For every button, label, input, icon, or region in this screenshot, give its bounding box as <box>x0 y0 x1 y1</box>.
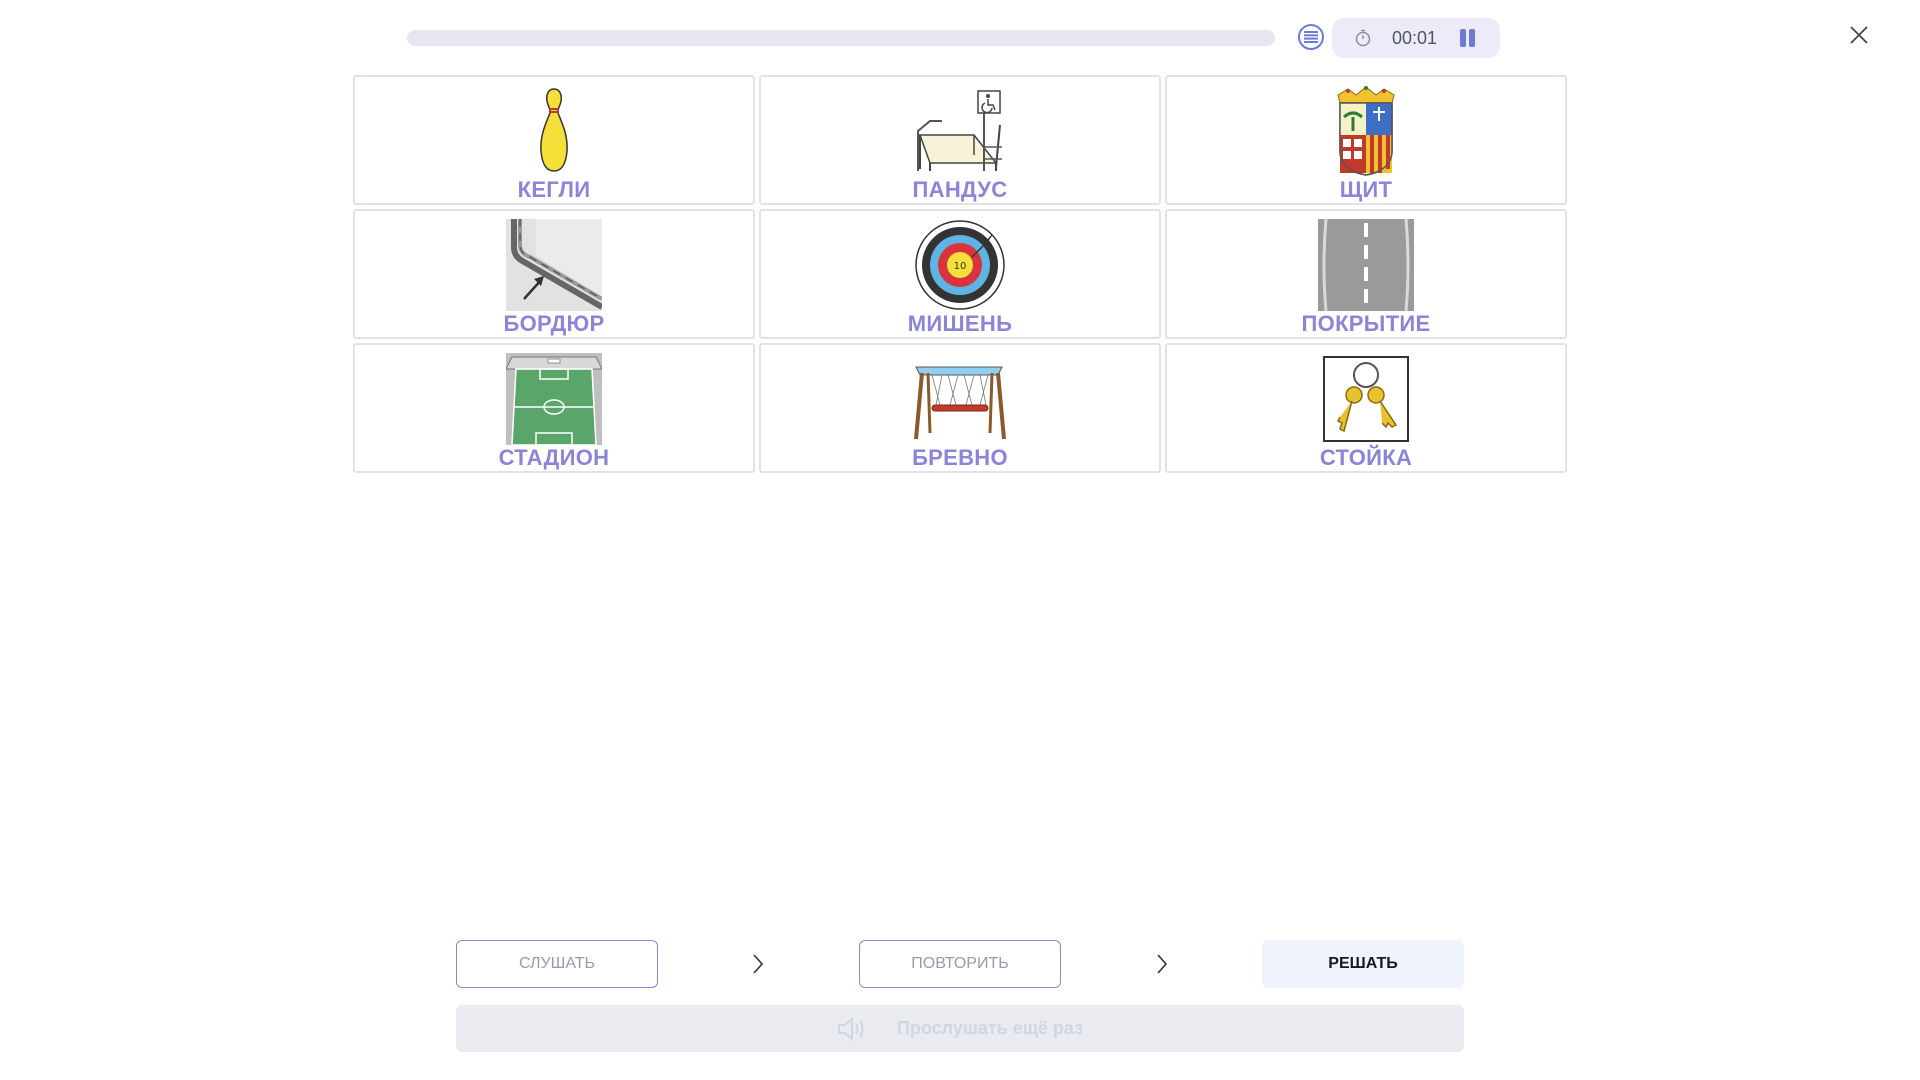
stadium-icon <box>506 353 602 445</box>
close-icon[interactable] <box>1848 24 1870 46</box>
card-pokrytie[interactable]: ПОКРЫТИЕ <box>1165 209 1567 339</box>
timer-value: 00:01 <box>1392 28 1438 48</box>
repeat-button[interactable]: ПОВТОРИТЬ <box>859 940 1061 988</box>
keys-icon <box>1323 356 1409 442</box>
card-label: БОРДЮР <box>503 311 605 336</box>
road-surface-icon <box>1318 219 1414 311</box>
card-label: СТОЙКА <box>1319 445 1413 470</box>
pause-icon[interactable] <box>1458 29 1478 47</box>
log-swing-icon <box>914 366 1006 440</box>
chevron-right-icon <box>1157 954 1168 974</box>
card-label: ПАНДУС <box>912 177 1008 202</box>
exercise-screen: 00:01 КЕГЛИ ПАНДУС ЩИТ БОРДЮР 10 МИШЕНЬ … <box>0 0 1920 1080</box>
archery-target-icon: 10 <box>915 220 1005 310</box>
solve-button[interactable]: РЕШАТЬ <box>1262 940 1464 988</box>
card-shchit[interactable]: ЩИТ <box>1165 75 1567 205</box>
chevron-right-icon <box>753 954 764 974</box>
card-stoyka[interactable]: СТОЙКА <box>1165 343 1567 473</box>
card-pandus[interactable]: ПАНДУС <box>759 75 1161 205</box>
ramp-icon <box>917 90 1002 171</box>
card-stadion[interactable]: СТАДИОН <box>353 343 755 473</box>
card-label: СТАДИОН <box>498 445 610 470</box>
coat-of-arms-shield-icon <box>1337 86 1395 176</box>
card-brevno[interactable]: БРЕВНО <box>759 343 1161 473</box>
card-kegli[interactable]: КЕГЛИ <box>353 75 755 205</box>
replay-label: Прослушать ещё раз <box>896 1018 1084 1038</box>
listen-button[interactable]: СЛУШАТЬ <box>456 940 658 988</box>
svg-text:10: 10 <box>954 261 967 272</box>
curb-icon <box>506 219 602 311</box>
stopwatch-icon <box>1355 29 1371 47</box>
timer-panel: 00:01 <box>1332 18 1500 58</box>
answer-grid: КЕГЛИ ПАНДУС ЩИТ БОРДЮР 10 МИШЕНЬ ПОКРЫТ… <box>353 75 1567 475</box>
card-label: ПОКРЫТИЕ <box>1301 311 1431 336</box>
card-label: МИШЕНЬ <box>907 311 1013 336</box>
card-label: БРЕВНО <box>912 445 1008 470</box>
replay-button[interactable]: Прослушать ещё раз <box>456 1005 1464 1052</box>
card-mishen[interactable]: 10 МИШЕНЬ <box>759 209 1161 339</box>
speaker-icon <box>837 1016 864 1041</box>
card-bordyur[interactable]: БОРДЮР <box>353 209 755 339</box>
bowling-pin-icon <box>540 88 568 172</box>
card-label: ЩИТ <box>1339 177 1393 202</box>
progress-bar <box>407 30 1275 46</box>
card-label: КЕГЛИ <box>517 177 591 202</box>
list-icon[interactable] <box>1298 24 1324 50</box>
